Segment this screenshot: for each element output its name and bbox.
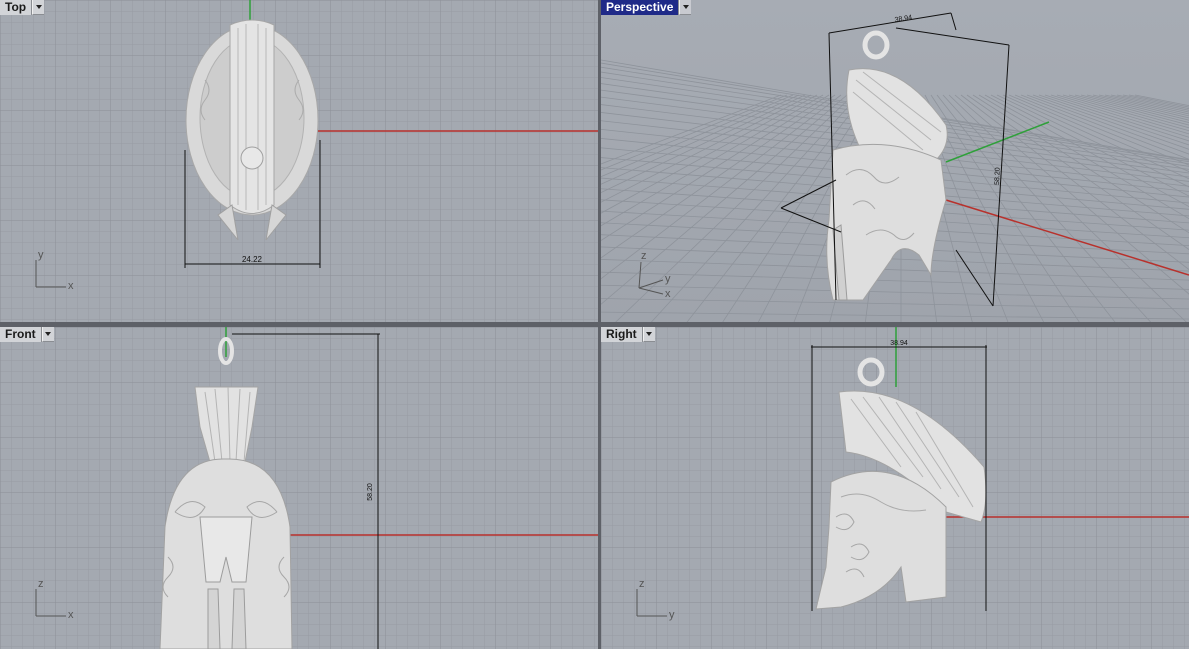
viewport-name: Front [0, 327, 42, 342]
viewport-title-top[interactable]: Top [0, 0, 45, 15]
axis-label-x: x [68, 609, 74, 621]
viewport-title-perspective[interactable]: Perspective [601, 0, 692, 15]
right-grid: 38.94 y z [601, 327, 1189, 649]
chevron-down-icon[interactable] [41, 327, 54, 342]
axis-label-z: z [641, 250, 647, 262]
chevron-down-icon[interactable] [642, 327, 655, 342]
viewport-name: Perspective [601, 0, 680, 15]
viewport-perspective[interactable]: 38.94 58.20 x y z Perspective [601, 0, 1189, 322]
top-dimension-text: 24.22 [242, 255, 263, 264]
front-dimension-text: 58.20 [367, 483, 374, 501]
axis-label-y: y [38, 249, 44, 261]
chevron-down-icon[interactable] [32, 0, 45, 15]
viewport-right[interactable]: 38.94 y z Right [601, 327, 1189, 649]
axis-label-z: z [38, 578, 44, 590]
viewport-front[interactable]: 58.20 x z Front [0, 327, 598, 649]
top-grid: 24.22 x y [0, 0, 598, 322]
viewport-top[interactable]: 24.22 x y Top [0, 0, 598, 322]
right-dimension-text: 38.94 [890, 340, 908, 347]
axis-label-y: y [669, 609, 675, 621]
viewport-name: Right [601, 327, 643, 342]
axis-label-x: x [68, 280, 74, 292]
viewport-title-right[interactable]: Right [601, 327, 655, 342]
axis-label-y: y [665, 273, 671, 285]
perspective-dim-height: 58.20 [994, 167, 1002, 185]
perspective-grid: 38.94 58.20 x y z [601, 0, 1189, 322]
viewport-title-front[interactable]: Front [0, 327, 54, 342]
chevron-down-icon[interactable] [679, 0, 692, 15]
front-grid: 58.20 x z [0, 327, 598, 649]
axis-label-z: z [639, 578, 645, 590]
axis-label-x: x [665, 288, 671, 300]
viewport-name: Top [0, 0, 33, 15]
